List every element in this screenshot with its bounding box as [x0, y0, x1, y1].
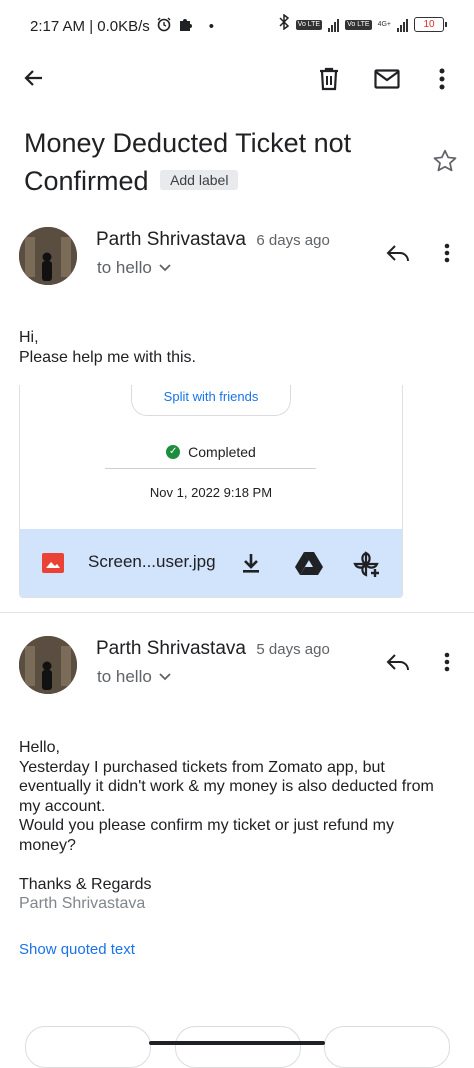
divider: [105, 468, 316, 469]
more-vert-icon: [444, 652, 450, 672]
attachment-file-name: Screen...user.jpg: [88, 552, 216, 571]
reply-button[interactable]: [382, 238, 414, 268]
body-line: Yesterday I purchased tickets from Zomat…: [19, 758, 385, 776]
message-more-button[interactable]: [434, 238, 460, 268]
forward-action-button[interactable]: [324, 1026, 450, 1068]
add-to-photos-button[interactable]: [351, 549, 383, 579]
payment-status: ✓ Completed: [20, 444, 402, 460]
message-divider: [0, 612, 474, 613]
battery-level: 10: [423, 19, 435, 30]
email-subject: Money Deducted Ticket not Confirmed Add …: [24, 124, 384, 200]
signature: Parth Shrivastava: [19, 895, 146, 912]
message-header-1: Parth Shrivastava 6 days ago: [96, 229, 330, 251]
chevron-down-icon: [159, 264, 171, 272]
message-more-button[interactable]: [434, 647, 460, 677]
body-line: eventually it didn't work & my money is …: [19, 778, 434, 795]
more-options-button[interactable]: [428, 62, 456, 96]
add-label-button[interactable]: Add label: [160, 169, 239, 190]
show-quoted-text-link[interactable]: Show quoted text: [19, 941, 135, 958]
image-attachment[interactable]: Split with friends ✓ Completed Nov 1, 20…: [19, 385, 403, 598]
status-time: 2:17 AM | 0.0KB/s: [30, 17, 150, 35]
network-type: 4G+: [377, 21, 391, 28]
gesture-nav-handle[interactable]: [149, 1041, 325, 1045]
chevron-down-icon: [159, 673, 171, 681]
sender-name[interactable]: Parth Shrivastava: [96, 229, 246, 250]
image-file-icon: [42, 553, 64, 573]
signal-icon: [328, 18, 340, 32]
person-photo-icon: [19, 227, 77, 285]
delete-button[interactable]: [312, 62, 346, 96]
check-circle-icon: ✓: [166, 445, 181, 459]
sent-time: 6 days ago: [256, 232, 330, 249]
more-vert-icon: [439, 68, 445, 90]
photos-add-icon: [353, 551, 379, 577]
recipient-toggle[interactable]: to hello: [97, 667, 172, 687]
recipient-text: to hello: [97, 258, 152, 277]
volte-badge: Vo LTE: [295, 19, 323, 30]
payment-date: Nov 1, 2022 9:18 PM: [149, 485, 273, 500]
more-vert-icon: [444, 243, 450, 263]
message-body-1: Hi, Please help me with this.: [19, 328, 196, 367]
reply-icon: [386, 654, 409, 671]
reply-all-action-button[interactable]: [175, 1026, 301, 1068]
mail-icon: [374, 69, 400, 89]
signal-icon-2: [397, 18, 408, 32]
bluetooth-icon: [278, 13, 290, 35]
sender-avatar[interactable]: [19, 636, 77, 694]
star-button[interactable]: [430, 146, 460, 176]
dot-icon: •: [208, 17, 215, 35]
recipient-text: to hello: [97, 667, 152, 686]
message-header-2: Parth Shrivastava 5 days ago: [96, 638, 330, 660]
sender-avatar[interactable]: [19, 227, 77, 285]
alarm-icon: [156, 16, 172, 36]
reply-action-button[interactable]: [25, 1026, 151, 1068]
body-line: my account.: [19, 797, 106, 815]
split-with-friends-button: Split with friends: [131, 385, 291, 416]
drive-icon: [295, 552, 323, 575]
message-body-2: Hello, Yesterday I purchased tickets fro…: [19, 738, 434, 914]
sent-time: 5 days ago: [256, 641, 330, 658]
body-line: money?: [19, 836, 76, 854]
back-button[interactable]: [18, 62, 50, 94]
body-line: [19, 855, 434, 875]
mark-unread-button[interactable]: [370, 62, 404, 96]
person-photo-icon: [19, 636, 77, 694]
body-line: Hi,: [19, 329, 39, 346]
status-right: Vo LTE Vo LTE 4G+ 10: [278, 13, 447, 35]
status-bar: 2:17 AM | 0.0KB/s • Vo LTE Vo LTE 4G+ 10: [0, 0, 474, 52]
download-button[interactable]: [237, 549, 265, 577]
body-line: Would you please confirm my ticket or ju…: [19, 817, 394, 834]
body-line: Hello,: [19, 739, 60, 756]
puzzle-icon: [178, 17, 193, 36]
volte-badge-2: Vo LTE: [345, 19, 372, 30]
body-line: Please help me with this.: [19, 348, 196, 366]
sender-name[interactable]: Parth Shrivastava: [96, 638, 246, 659]
body-line: Thanks & Regards: [19, 875, 152, 893]
trash-icon: [320, 67, 338, 91]
recipient-toggle[interactable]: to hello: [97, 258, 172, 278]
reply-icon: [386, 245, 409, 262]
attachment-bar: Screen...user.jpg: [20, 529, 402, 597]
battery-icon: 10: [414, 17, 447, 32]
star-icon: [433, 149, 457, 172]
download-icon: [243, 554, 259, 573]
status-left: 2:17 AM | 0.0KB/s •: [30, 16, 214, 36]
reply-button[interactable]: [382, 647, 414, 677]
save-to-drive-button[interactable]: [293, 549, 325, 577]
back-arrow-icon: [24, 70, 42, 86]
status-text: Completed: [188, 444, 256, 460]
